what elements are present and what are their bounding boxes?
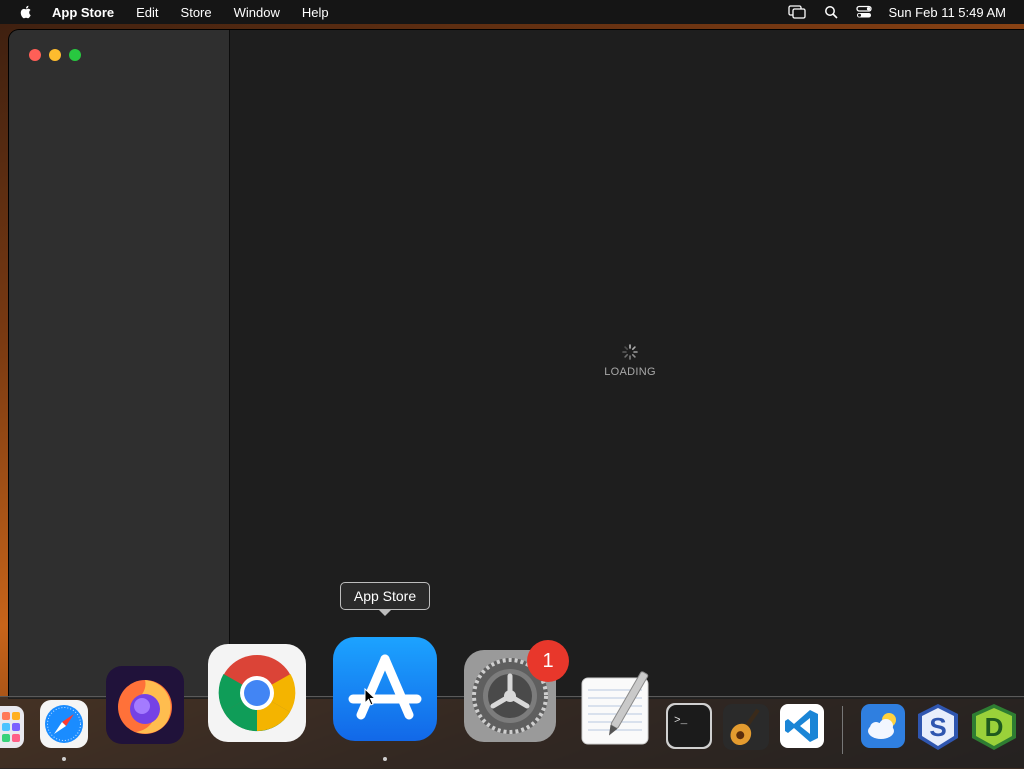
app-store-dock-icon[interactable] (333, 637, 437, 741)
safari-running-indicator (62, 757, 66, 761)
menu-app-name[interactable]: App Store (52, 5, 114, 20)
launchpad-icon[interactable] (0, 706, 26, 748)
search-icon[interactable] (824, 5, 839, 19)
minimize-window-button[interactable] (49, 49, 61, 61)
weather-icon[interactable] (861, 704, 905, 748)
chrome-icon[interactable] (208, 644, 306, 742)
apple-menu-icon[interactable] (18, 4, 34, 20)
notification-badge: 1 (527, 640, 569, 682)
menu-clock[interactable]: Sun Feb 11 5:49 AM (888, 5, 1006, 20)
app-store-window: LOADING (9, 30, 1024, 698)
app-store-running-indicator (383, 757, 387, 761)
menu-help[interactable]: Help (302, 5, 329, 20)
sidebar (9, 30, 230, 698)
safari-icon[interactable] (40, 700, 88, 748)
loading-indicator: LOADING (230, 344, 1024, 378)
screen-mirroring-icon[interactable] (788, 5, 807, 19)
menu-window[interactable]: Window (234, 5, 280, 20)
garageband-icon[interactable] (723, 704, 769, 750)
spinner-icon (622, 344, 638, 360)
vscode-icon[interactable] (780, 704, 824, 748)
svg-text:S: S (929, 712, 946, 742)
window-controls (29, 49, 89, 61)
terminal-icon[interactable]: >_ (666, 703, 712, 749)
setapp-icon[interactable]: S (913, 702, 963, 752)
dash-icon[interactable]: D (968, 702, 1020, 752)
menu-edit[interactable]: Edit (136, 5, 158, 20)
mouse-cursor-icon (364, 688, 376, 706)
close-window-button[interactable] (29, 49, 41, 61)
dock-divider (842, 706, 843, 754)
menu-store[interactable]: Store (181, 5, 212, 20)
textedit-icon[interactable] (580, 668, 650, 746)
svg-text:D: D (985, 712, 1004, 742)
zoom-window-button[interactable] (69, 49, 81, 61)
control-center-icon[interactable] (856, 5, 873, 19)
firefox-icon[interactable] (106, 666, 184, 744)
status-area: Sun Feb 11 5:49 AM (770, 0, 1006, 24)
loading-label: LOADING (604, 366, 656, 378)
dock-tooltip: App Store (340, 582, 430, 616)
menu-bar: App Store Edit Store Window Help Sun Feb… (0, 0, 1024, 24)
svg-text:>_: >_ (674, 715, 688, 727)
